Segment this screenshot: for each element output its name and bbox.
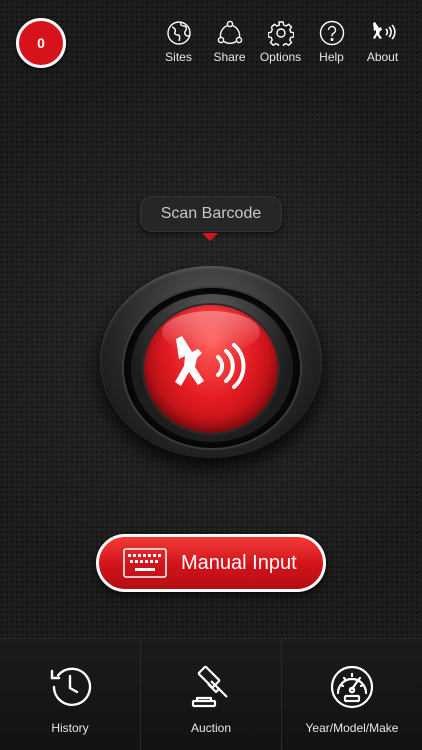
gear-icon [267, 21, 294, 46]
scanner-man-icon [175, 336, 246, 389]
nav-sites-label: Sites [165, 50, 192, 64]
nav-share-label: Share [213, 50, 246, 64]
scan-tooltip-text: Scan Barcode [160, 205, 262, 222]
tab-year-model-make-label: Year/Model/Make [305, 721, 399, 735]
manual-input-label: Manual Input [181, 551, 297, 574]
cart-count: 0 [37, 35, 45, 51]
tab-year-model-make[interactable]: Year/Model/Make [282, 639, 422, 750]
tab-history-label: History [51, 721, 89, 735]
nav-options[interactable]: Options [255, 20, 306, 64]
bottom-tab-bar: History Auction Year/Model/Make [0, 638, 422, 750]
nav-share[interactable]: Share [204, 20, 255, 64]
scan-barcode-button[interactable] [144, 305, 278, 433]
nav-sites[interactable]: Sites [153, 20, 204, 64]
tab-auction[interactable]: Auction [141, 639, 282, 750]
nav-help[interactable]: Help [306, 20, 357, 64]
scanner-man-icon [372, 22, 396, 40]
nav-about-label: About [366, 50, 399, 64]
nav-help-label: Help [319, 50, 344, 64]
cart-count-badge[interactable]: 0 [16, 18, 66, 68]
keyboard-icon [123, 548, 167, 578]
nav-about[interactable]: About [357, 20, 408, 64]
globe-icon [166, 21, 191, 45]
tooltip-arrow [202, 233, 218, 241]
help-icon [319, 20, 344, 46]
speedometer-icon [330, 665, 374, 709]
nav-options-label: Options [259, 50, 302, 64]
scan-tooltip: Scan Barcode [140, 196, 282, 232]
gavel-icon [191, 665, 228, 708]
tab-auction-label: Auction [190, 721, 232, 735]
manual-input-button[interactable]: Manual Input [96, 534, 326, 592]
history-clock-icon [50, 667, 92, 707]
share-icon [217, 20, 242, 44]
tab-history[interactable]: History [0, 639, 141, 750]
top-navigation: Sites Share Options Help About [153, 20, 408, 64]
